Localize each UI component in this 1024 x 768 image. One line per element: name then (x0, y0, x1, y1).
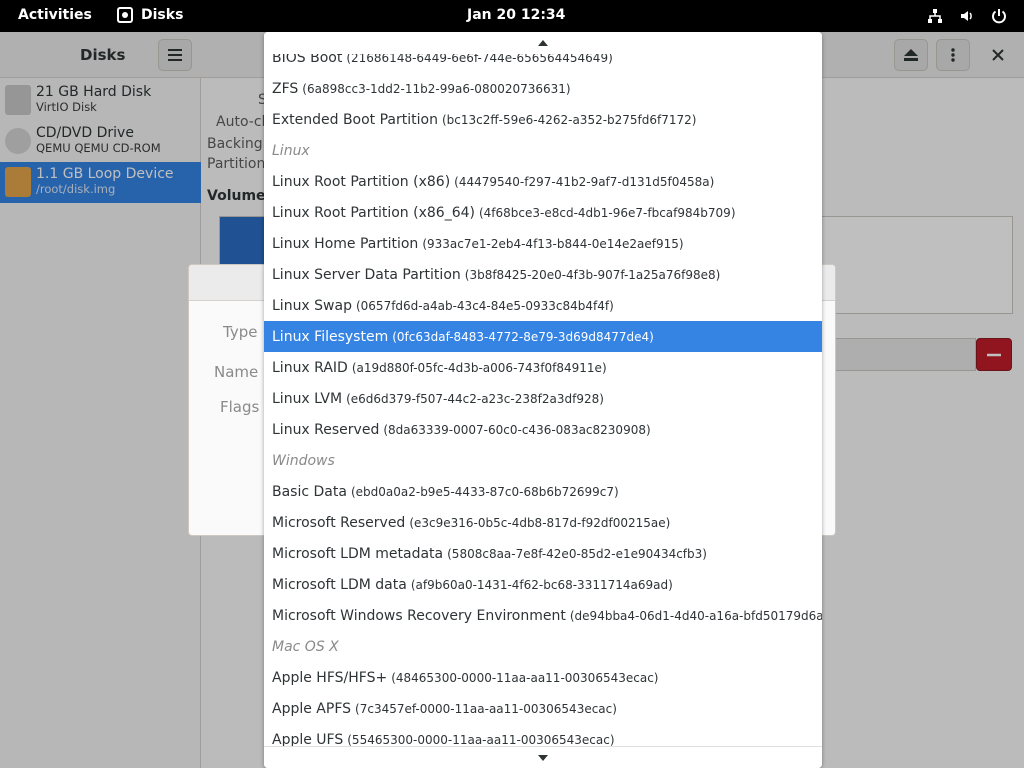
disks-app-icon (117, 7, 133, 23)
partition-type-guid: (4f68bce3-e8cd-4db1-96e7-fbcaf984b709) (478, 205, 736, 220)
category-header: Linux (264, 135, 822, 166)
partition-type-name: Microsoft LDM data (272, 576, 407, 593)
partition-type-name: Mac OS X (272, 638, 339, 655)
partition-type-guid: (a19d880f-05fc-4d3b-a006-743f0f84911e) (351, 360, 607, 375)
app-name: Disks (141, 7, 184, 23)
partition-type-guid: (3b8f8425-20e0-4f3b-907f-1a25a76f98e8) (464, 267, 721, 282)
partition-type-item[interactable]: Linux Swap (0657fd6d-a4ab-43c4-84e5-0933c… (264, 290, 822, 321)
partition-type-name: Linux (272, 142, 310, 159)
partition-type-name: Linux RAID (272, 359, 348, 376)
partition-type-item[interactable]: Apple UFS (55465300-0000-11aa-aa11-003065… (264, 724, 822, 747)
partition-type-guid: (ebd0a0a2-b9e5-4433-87c0-68b6b72699c7) (350, 484, 619, 499)
partition-type-item[interactable]: Linux Filesystem (0fc63daf-8483-4772-8e79… (264, 321, 822, 352)
partition-type-guid: (55465300-0000-11aa-aa11-00306543ecac) (347, 732, 615, 747)
partition-type-name: ZFS (272, 80, 299, 97)
partition-type-name: Microsoft Reserved (272, 514, 406, 531)
name-label: Name (214, 363, 259, 381)
scroll-up-button[interactable] (264, 32, 822, 54)
arrow-up-icon (538, 40, 548, 46)
arrow-down-icon (538, 754, 548, 761)
partition-type-item[interactable]: Basic Data (ebd0a0a2-b9e5-4433-87c0-68b6b… (264, 476, 822, 507)
partition-type-guid: (7c3457ef-0000-11aa-aa11-00306543ecac) (355, 701, 617, 716)
partition-type-item[interactable]: Linux Server Data Partition (3b8f8425-20e… (264, 259, 822, 290)
activities-button[interactable]: Activities (18, 7, 92, 23)
partition-type-item[interactable]: Linux LVM (e6d6d379-f507-44c2-a23c-238f2a… (264, 383, 822, 414)
flags-label: Flags (220, 398, 260, 416)
partition-type-item[interactable]: Linux Root Partition (x86_64) (4f68bce3-e… (264, 197, 822, 228)
system-tray[interactable] (926, 7, 1008, 25)
partition-type-guid: (5808c8aa-7e8f-42e0-85d2-e1e90434cfb3) (447, 546, 707, 561)
partition-type-name: BIOS Boot (272, 54, 343, 66)
partition-type-name: Linux Root Partition (x86_64) (272, 204, 475, 221)
partition-type-item[interactable]: Apple APFS (7c3457ef-0000-11aa-aa11-00306… (264, 693, 822, 724)
partition-type-guid: (21686148-6449-6e6f-744e-656564454649) (346, 54, 613, 65)
partition-type-guid: (bc13c2ff-59e6-4262-a352-b275fd6f7172) (441, 112, 697, 127)
network-icon[interactable] (926, 7, 944, 25)
partition-type-guid: (de94bba4-06d1-4d40-a16a-bfd50179d6ac) (569, 608, 822, 623)
partition-type-guid: (8da63339-0007-60c0-c436-083ac8230908) (383, 422, 651, 437)
top-bar: Activities Disks Jan 20 12:34 (0, 0, 1024, 32)
partition-type-list: BIOS Boot (21686148-6449-6e6f-744e-656564… (264, 54, 822, 746)
partition-type-item[interactable]: Linux Root Partition (x86) (44479540-f297… (264, 166, 822, 197)
partition-type-guid: (0fc63daf-8483-4772-8e79-3d69d8477de4) (392, 329, 654, 344)
type-label: Type (223, 323, 258, 341)
partition-type-item[interactable]: Extended Boot Partition (bc13c2ff-59e6-42… (264, 104, 822, 135)
partition-type-name: Linux Root Partition (x86) (272, 173, 451, 190)
volume-icon[interactable] (958, 7, 976, 25)
scroll-down-button[interactable] (264, 746, 822, 768)
partition-type-name: Linux Home Partition (272, 235, 419, 252)
partition-type-item[interactable]: Linux RAID (a19d880f-05fc-4d3b-a006-743f0… (264, 352, 822, 383)
partition-type-item[interactable]: Linux Reserved (8da63339-0007-60c0-c436-0… (264, 414, 822, 445)
partition-type-name: Extended Boot Partition (272, 111, 438, 128)
partition-type-name: Linux Swap (272, 297, 352, 314)
partition-type-item[interactable]: Microsoft LDM data (af9b60a0-1431-4f62-bc… (264, 569, 822, 600)
partition-type-item[interactable]: Linux Home Partition (933ac7e1-2eb4-4f13-… (264, 228, 822, 259)
partition-type-name: Linux Reserved (272, 421, 380, 438)
partition-type-item[interactable]: Microsoft LDM metadata (5808c8aa-7e8f-42e… (264, 538, 822, 569)
power-icon[interactable] (990, 7, 1008, 25)
partition-type-name: Linux Server Data Partition (272, 266, 461, 283)
category-header: Mac OS X (264, 631, 822, 662)
partition-type-name: Windows (272, 452, 335, 469)
partition-type-name: Linux Filesystem (272, 328, 389, 345)
partition-type-popup[interactable]: BIOS Boot (21686148-6449-6e6f-744e-656564… (264, 32, 822, 768)
partition-type-name: Linux LVM (272, 390, 343, 407)
category-header: Windows (264, 445, 822, 476)
partition-type-guid: (0657fd6d-a4ab-43c4-84e5-0933c84b4f4f) (355, 298, 614, 313)
partition-type-name: Microsoft LDM metadata (272, 545, 444, 562)
partition-type-guid: (48465300-0000-11aa-aa11-00306543ecac) (391, 670, 659, 685)
partition-type-item[interactable]: Microsoft Windows Recovery Environment (d… (264, 600, 822, 631)
partition-type-item[interactable]: BIOS Boot (21686148-6449-6e6f-744e-656564… (264, 54, 822, 73)
partition-type-item[interactable]: Apple HFS/HFS+ (48465300-0000-11aa-aa11-0… (264, 662, 822, 693)
partition-type-item[interactable]: Microsoft Reserved (e3c9e316-0b5c-4db8-81… (264, 507, 822, 538)
partition-type-name: Apple UFS (272, 731, 344, 747)
partition-type-guid: (44479540-f297-41b2-9af7-d131d5f0458a) (454, 174, 715, 189)
partition-type-name: Basic Data (272, 483, 347, 500)
partition-type-name: Apple APFS (272, 700, 352, 717)
partition-type-guid: (933ac7e1-2eb4-4f13-b844-0e14e2aef915) (422, 236, 684, 251)
partition-type-name: Microsoft Windows Recovery Environment (272, 607, 566, 624)
partition-type-guid: (af9b60a0-1431-4f62-bc68-3311714a69ad) (410, 577, 673, 592)
clock[interactable]: Jan 20 12:34 (467, 7, 565, 23)
partition-type-guid: (e3c9e316-0b5c-4db8-817d-f92df00215ae) (409, 515, 671, 530)
partition-type-guid: (6a898cc3-1dd2-11b2-99a6-080020736631) (302, 81, 571, 96)
partition-type-name: Apple HFS/HFS+ (272, 669, 388, 686)
partition-type-item[interactable]: ZFS (6a898cc3-1dd2-11b2-99a6-080020736631… (264, 73, 822, 104)
app-menu[interactable]: Disks (117, 7, 183, 23)
partition-type-guid: (e6d6d379-f507-44c2-a23c-238f2a3df928) (346, 391, 604, 406)
